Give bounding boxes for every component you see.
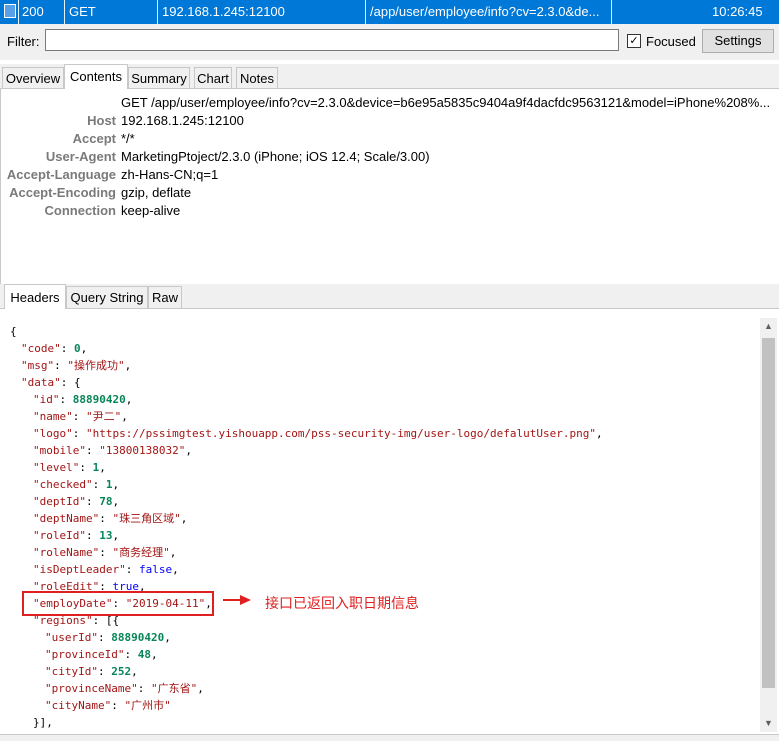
header-row: Accept-Encoding gzip, deflate [1, 184, 779, 202]
json-line-isdeptleader: "isDeptLeader": false, [33, 563, 179, 576]
json-line-rolename: "roleName": "商务经理", [33, 546, 177, 559]
header-row: Accept */* [1, 130, 779, 148]
request-line: GET /app/user/employee/info?cv=2.3.0&dev… [121, 95, 771, 110]
response-body: { "code": 0, "msg": "操作成功", "data": { "i… [0, 314, 760, 734]
json-line-name: "name": "尹二", [33, 410, 128, 423]
header-row: Host 192.168.1.245:12100 [1, 112, 779, 130]
json-line-userid: "userId": 88890420, [45, 631, 171, 644]
tab-raw[interactable]: Raw [148, 286, 182, 308]
header-key: Accept-Language [6, 167, 116, 182]
json-line-deptname: "deptName": "珠三角区域", [33, 512, 188, 525]
tab-contents[interactable]: Contents [64, 64, 128, 89]
request-subtabs: Headers Query String Raw [0, 284, 779, 309]
header-key: User-Agent [45, 149, 116, 164]
vertical-scrollbar[interactable]: ▲ ▼ [760, 318, 777, 732]
filter-bar: Filter: ✓ Focused Settings [0, 24, 779, 60]
json-line-level: "level": 1, [33, 461, 106, 474]
header-value: keep-alive [121, 203, 181, 218]
selected-session-row[interactable]: 200 GET 192.168.1.245:12100 /app/user/em… [0, 0, 779, 24]
json-open-brace: { [10, 325, 17, 338]
tab-headers[interactable]: Headers [4, 284, 66, 309]
session-time: 10:26:45 [712, 4, 763, 19]
json-line-checked: "checked": 1, [33, 478, 120, 491]
filter-label: Filter: [7, 34, 40, 49]
json-line-code: "code": 0, [21, 342, 88, 355]
annotation-text: 接口已返回入职日期信息 [265, 596, 419, 612]
header-key: Accept-Encoding [9, 185, 116, 200]
header-row: User-Agent MarketingPtoject/2.3.0 (iPhon… [1, 148, 779, 166]
tab-overview[interactable]: Overview [2, 67, 64, 88]
header-key: Accept [72, 131, 116, 146]
highlight-box [22, 591, 214, 616]
json-line-msg: "msg": "操作成功", [21, 359, 132, 372]
document-icon [0, 0, 18, 24]
json-line-logo: "logo": "https://pssimgtest.yishouapp.co… [33, 427, 603, 440]
json-line-cityid: "cityId": 252, [45, 665, 138, 678]
json-line-roleid: "roleId": 13, [33, 529, 120, 542]
tab-notes[interactable]: Notes [236, 67, 278, 88]
tab-chart[interactable]: Chart [194, 67, 232, 88]
json-line-provincename: "provinceName": "广东省", [45, 682, 204, 695]
session-url: /app/user/employee/info?cv=2.3.0&de... [370, 4, 600, 19]
focused-checkbox[interactable]: ✓ [627, 34, 641, 48]
header-value: 192.168.1.245:12100 [121, 113, 244, 128]
scroll-down-icon[interactable]: ▼ [760, 715, 777, 732]
header-value: MarketingPtoject/2.3.0 (iPhone; iOS 12.4… [121, 149, 430, 164]
tab-summary[interactable]: Summary [128, 67, 190, 88]
header-value: gzip, deflate [121, 185, 192, 200]
header-value: zh-Hans-CN;q=1 [121, 167, 219, 182]
focused-label: Focused [646, 34, 696, 49]
scroll-up-icon[interactable]: ▲ [760, 318, 777, 335]
scroll-thumb[interactable] [762, 338, 775, 688]
header-row: Connection keep-alive [1, 202, 779, 220]
session-result: 200 [22, 4, 44, 19]
header-key: Host [87, 113, 116, 128]
red-arrow-icon [223, 595, 251, 605]
tab-query-string[interactable]: Query String [66, 286, 148, 308]
inspector-tabs: Overview Contents Summary Chart Notes [0, 64, 779, 89]
json-line-cityname: "cityName": "广州市" [45, 699, 171, 712]
header-key: Connection [44, 203, 117, 218]
json-line-id: "id": 88890420, [33, 393, 133, 406]
header-row: Accept-Language zh-Hans-CN;q=1 [1, 166, 779, 184]
json-close-array: }], [33, 716, 53, 729]
filter-input[interactable] [45, 29, 619, 51]
json-line-provinceid: "provinceId": 48, [45, 648, 158, 661]
request-headers-panel: GET /app/user/employee/info?cv=2.3.0&dev… [0, 89, 779, 284]
json-line-deptid: "deptId": 78, [33, 495, 120, 508]
session-protocol: GET [69, 4, 96, 19]
json-line-data: "data": { [21, 376, 81, 389]
json-line-mobile: "mobile": "13800138032", [33, 444, 192, 457]
settings-button[interactable]: Settings [702, 29, 774, 53]
session-host: 192.168.1.245:12100 [162, 4, 285, 19]
header-value: */* [121, 131, 135, 146]
